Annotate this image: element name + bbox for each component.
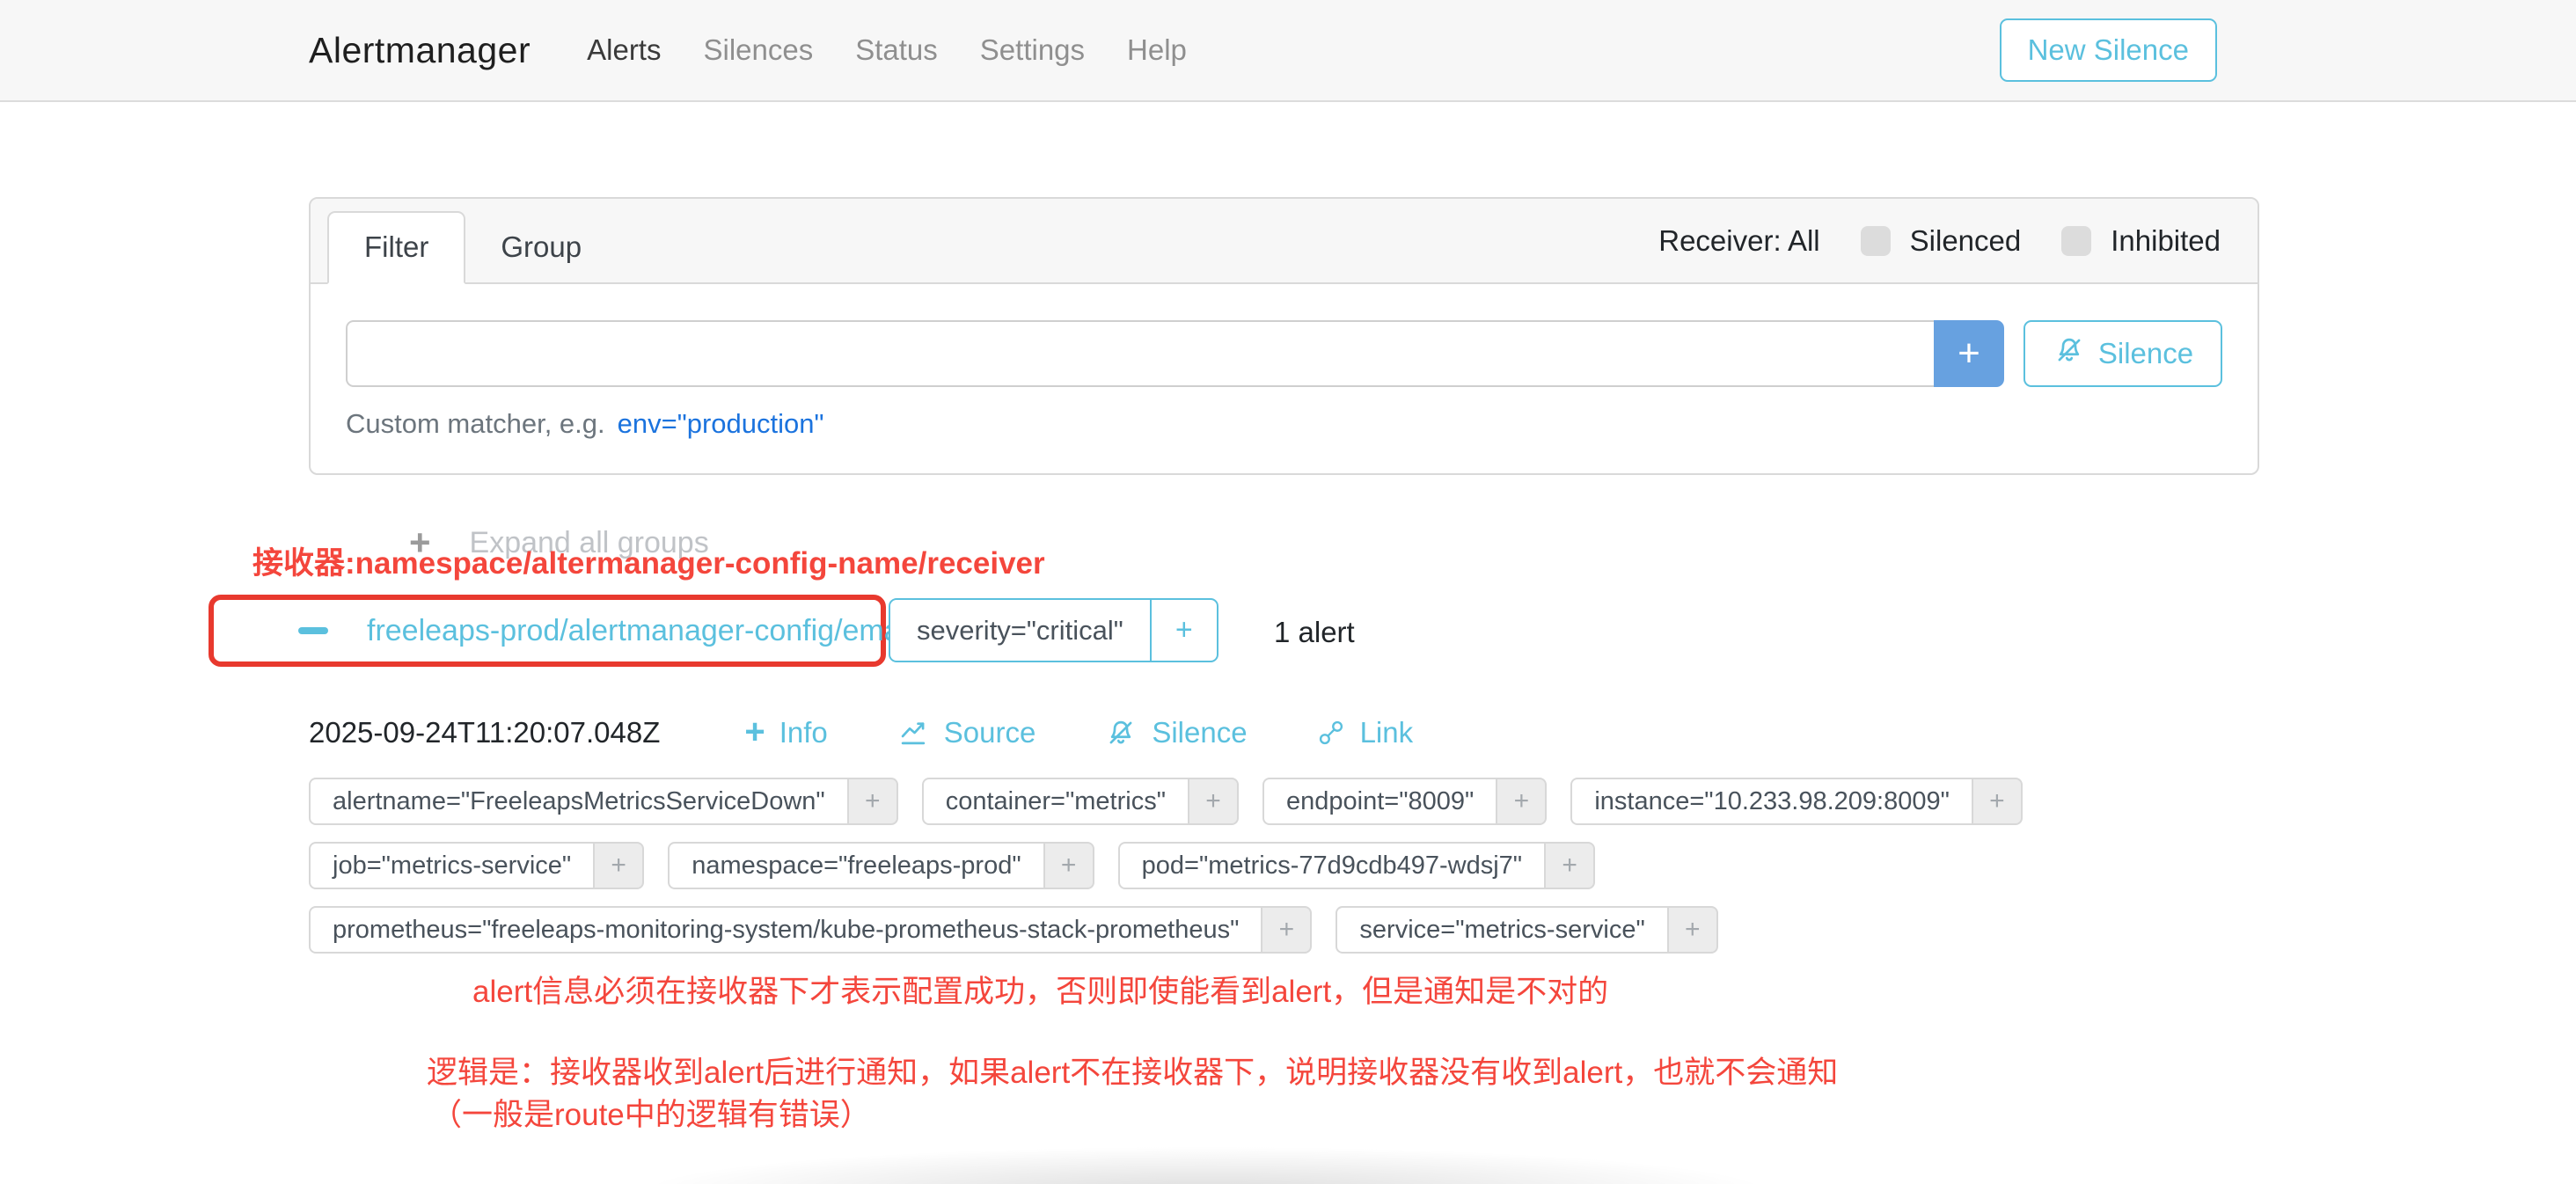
add-filter-plus-icon[interactable]: +	[1497, 778, 1547, 825]
label-value[interactable]: instance="10.233.98.209:8009"	[1570, 778, 1973, 825]
bell-slash-icon	[2053, 333, 2086, 374]
alert-meta-row: 2025-09-24T11:20:07.048Z + Info Source Sile…	[309, 714, 1482, 750]
filter-panel-header: Filter Group Receiver: All Silenced Inhib…	[311, 199, 2258, 284]
label-row: alertname="FreeleapsMetricsServiceDown"+…	[309, 778, 2023, 825]
alert-label-tag: pod="metrics-77d9cdb497-wdsj7"+	[1118, 842, 1595, 889]
group-receiver-name[interactable]: freeleaps-prod/alertmanager-config/email	[367, 614, 914, 648]
checkbox-silenced[interactable]	[1861, 226, 1891, 256]
alert-label-tag: service="metrics-service"+	[1336, 906, 1717, 954]
group-matcher-label[interactable]: severity="critical"	[889, 598, 1152, 662]
action-label: Link	[1360, 716, 1414, 749]
bell-slash-icon	[1104, 716, 1138, 749]
alert-labels: alertname="FreeleapsMetricsServiceDown"+…	[309, 778, 2023, 954]
alert-action-source[interactable]: Source	[896, 714, 1036, 750]
add-filter-plus-icon[interactable]: +	[1973, 778, 2023, 825]
filter-toggle-inhibited: Inhibited	[2061, 224, 2221, 258]
nav-link-help[interactable]: Help	[1127, 33, 1187, 67]
silence-button-label: Silence	[2098, 337, 2193, 370]
silence-button[interactable]: Silence	[2023, 320, 2222, 387]
alert-timestamp: 2025-09-24T11:20:07.048Z	[309, 716, 660, 749]
group-matcher-tag: severity="critical" +	[889, 598, 1218, 662]
label-row: prometheus="freeleaps-monitoring-system/…	[309, 906, 2023, 954]
action-label: Silence	[1152, 716, 1247, 749]
label-value[interactable]: container="metrics"	[922, 778, 1189, 825]
add-matcher-button[interactable]: +	[1934, 320, 2004, 387]
plus-icon: +	[744, 714, 765, 750]
alert-action-silence[interactable]: Silence	[1104, 714, 1247, 750]
label-value[interactable]: service="metrics-service"	[1336, 906, 1668, 954]
alert-label-tag: job="metrics-service"+	[309, 842, 644, 889]
filter-panel-body: + Silence Custom matcher, e.g. env="prod…	[311, 284, 2258, 440]
matcher-hint: Custom matcher, e.g. env="production"	[346, 408, 2222, 440]
action-label: Source	[944, 716, 1036, 749]
chart-icon	[896, 716, 930, 749]
annotation-config-note: alert信息必须在接收器下才表示配置成功，否则即使能看到alert，但是通知是…	[472, 967, 1608, 1012]
collapse-group-minus-icon[interactable]	[298, 627, 328, 634]
app-brand: Alertmanager	[309, 30, 531, 71]
hint-text: Custom matcher, e.g.	[346, 408, 605, 440]
toggle-label: Silenced	[1910, 224, 2022, 258]
alert-label-tag: namespace="freeleaps-prod"+	[668, 842, 1094, 889]
hint-example-link[interactable]: env="production"	[618, 408, 824, 440]
annotation-logic-note: 逻辑是：接收器收到alert后进行通知，如果alert不在接收器下，说明接收器没…	[427, 1048, 1838, 1093]
nav-link-status[interactable]: Status	[855, 33, 938, 67]
label-value[interactable]: prometheus="freeleaps-monitoring-system/…	[309, 906, 1262, 954]
receiver-filter[interactable]: Receiver: All	[1658, 224, 1819, 258]
label-value[interactable]: alertname="FreeleapsMetricsServiceDown"	[309, 778, 849, 825]
annotation-receiver-note: 接收器:namespace/altermanager-config-name/r…	[252, 538, 1045, 583]
bottom-shadow	[493, 1136, 1918, 1184]
filter-toggle-silenced: Silenced	[1861, 224, 2022, 258]
matcher-row: + Silence	[346, 320, 2222, 387]
add-filter-plus-icon[interactable]: +	[1189, 778, 1239, 825]
label-value[interactable]: pod="metrics-77d9cdb497-wdsj7"	[1118, 842, 1546, 889]
alert-action-link[interactable]: Link	[1316, 714, 1414, 750]
alert-label-tag: prometheus="freeleaps-monitoring-system/…	[309, 906, 1312, 954]
add-group-matcher-icon[interactable]: +	[1150, 598, 1218, 662]
annotation-highlight-box: freeleaps-prod/alertmanager-config/email	[209, 595, 886, 667]
filter-options: Receiver: All Silenced Inhibited	[1658, 224, 2221, 258]
nav-link-silences[interactable]: Silences	[703, 33, 813, 67]
annotation-route-note: （一般是route中的逻辑有错误）	[431, 1090, 871, 1135]
alert-label-tag: container="metrics"+	[922, 778, 1239, 825]
nav-link-alerts[interactable]: Alerts	[587, 33, 661, 67]
label-value[interactable]: job="metrics-service"	[309, 842, 595, 889]
add-filter-plus-icon[interactable]: +	[1669, 906, 1718, 954]
label-value[interactable]: namespace="freeleaps-prod"	[668, 842, 1044, 889]
label-value[interactable]: endpoint="8009"	[1262, 778, 1497, 825]
navbar-links: Alerts Silences Status Settings Help	[587, 33, 1187, 67]
nav-link-settings[interactable]: Settings	[980, 33, 1085, 67]
checkbox-inhibited[interactable]	[2061, 226, 2091, 256]
alert-label-tag: alertname="FreeleapsMetricsServiceDown"+	[309, 778, 898, 825]
link-icon	[1316, 718, 1346, 748]
alert-actions: + Info Source Silence Link	[744, 714, 1482, 750]
add-filter-plus-icon[interactable]: +	[595, 842, 644, 889]
filter-panel: Filter Group Receiver: All Silenced Inhib…	[309, 197, 2259, 475]
tab-group[interactable]: Group	[465, 213, 617, 282]
new-silence-button[interactable]: New Silence	[2000, 18, 2217, 82]
add-filter-plus-icon[interactable]: +	[1262, 906, 1312, 954]
toggle-label: Inhibited	[2111, 224, 2221, 258]
alert-action-info[interactable]: + Info	[744, 714, 827, 750]
alert-label-tag: endpoint="8009"+	[1262, 778, 1547, 825]
add-filter-plus-icon[interactable]: +	[849, 778, 898, 825]
add-filter-plus-icon[interactable]: +	[1546, 842, 1595, 889]
tab-filter[interactable]: Filter	[327, 211, 465, 284]
action-label: Info	[779, 716, 828, 749]
alert-count: 1 alert	[1274, 616, 1355, 649]
matcher-input[interactable]	[346, 320, 1934, 387]
add-filter-plus-icon[interactable]: +	[1045, 842, 1094, 889]
app-navbar: Alertmanager Alerts Silences Status Setting…	[0, 0, 2576, 102]
filter-toggles: Silenced Inhibited	[1861, 224, 2221, 258]
label-row: job="metrics-service"+namespace="freelea…	[309, 842, 2023, 889]
alert-label-tag: instance="10.233.98.209:8009"+	[1570, 778, 2023, 825]
